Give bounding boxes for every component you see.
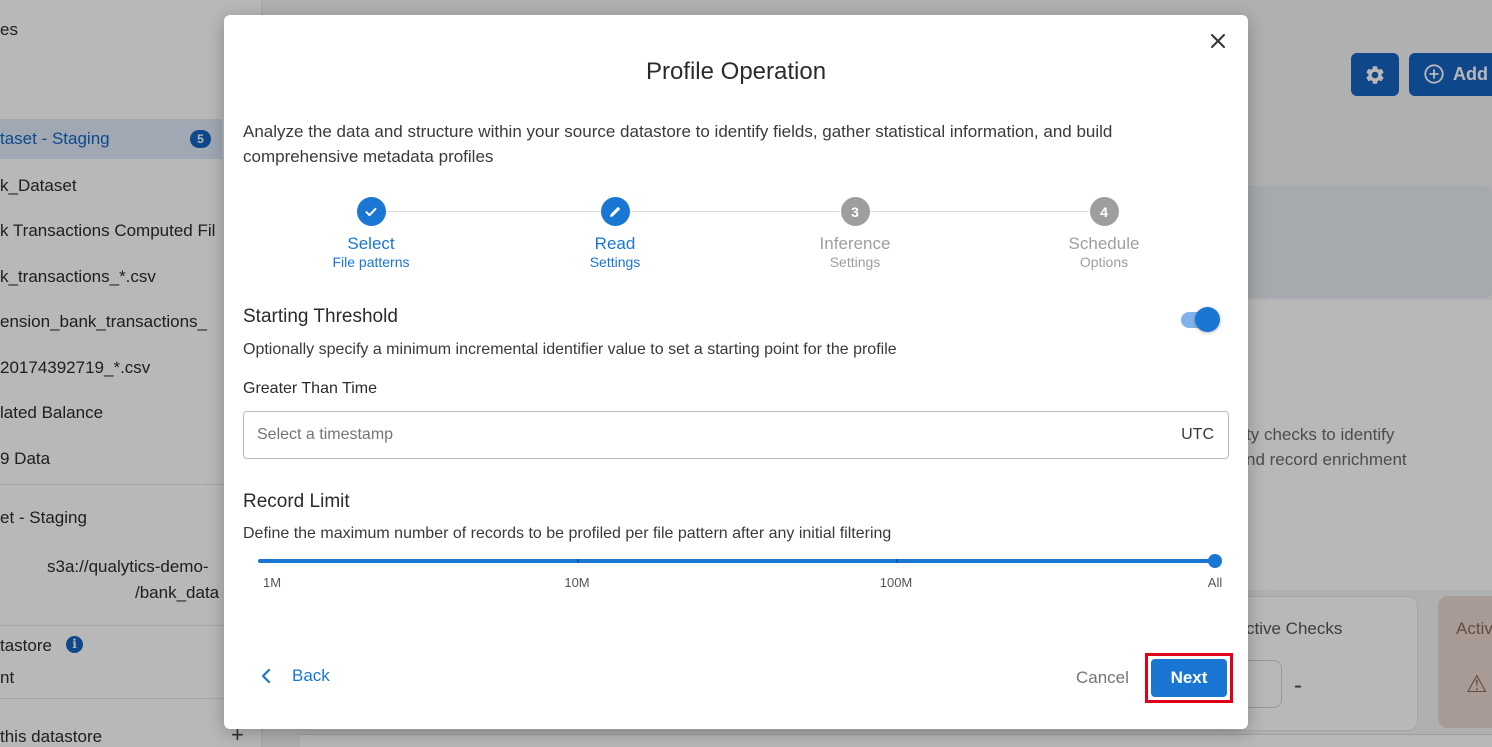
- pencil-icon: [610, 206, 620, 217]
- close-icon: [1211, 34, 1225, 48]
- step-subtitle: Settings: [589, 254, 641, 270]
- step-subtitle: Settings: [829, 254, 881, 270]
- step-3-circle: 3: [840, 197, 870, 226]
- next-button-highlight: Next: [1145, 653, 1233, 703]
- record-limit-description: Define the maximum number of records to …: [243, 525, 892, 542]
- greater-than-time-label: Greater Than Time: [243, 380, 377, 397]
- step-4-circle: 4: [1089, 197, 1119, 226]
- stepper: Select File patterns Read Settings 3 Inf…: [224, 197, 1248, 277]
- starting-threshold-title: Starting Threshold: [243, 306, 398, 327]
- starting-threshold-description: Optionally specify a minimum incremental…: [243, 341, 897, 358]
- record-limit-title: Record Limit: [243, 491, 350, 512]
- cancel-button[interactable]: Cancel: [1076, 668, 1129, 688]
- step-schedule[interactable]: 4 Schedule Options: [1014, 197, 1194, 271]
- dialog-description: Analyze the data and structure within yo…: [243, 122, 1113, 166]
- step-read[interactable]: Read Settings: [525, 197, 705, 271]
- timezone-suffix: UTC: [1181, 426, 1214, 443]
- timestamp-field[interactable]: UTC: [243, 411, 1229, 459]
- profile-operation-dialog: Profile Operation Analyze the data and s…: [224, 15, 1248, 729]
- slider-rail: [258, 559, 1216, 563]
- slider-mark-1m[interactable]: 1M: [263, 575, 281, 590]
- slider-mark-100m[interactable]: 100M: [880, 575, 913, 590]
- back-button[interactable]: Back: [260, 666, 330, 686]
- slider-mark-10m[interactable]: 10M: [564, 575, 589, 590]
- dialog-title: Profile Operation: [645, 58, 827, 85]
- next-button[interactable]: Next: [1151, 659, 1227, 697]
- step-title: Select: [347, 234, 395, 253]
- step-title: Schedule: [1068, 234, 1140, 253]
- record-limit-slider[interactable]: 1M 10M 100M All: [258, 554, 1222, 594]
- close-button[interactable]: [1208, 31, 1228, 51]
- step-subtitle: File patterns: [332, 254, 410, 270]
- step-inference[interactable]: 3 Inference Settings: [765, 197, 945, 271]
- step-1-circle: [356, 197, 386, 226]
- step-title: Inference: [819, 234, 891, 253]
- step-select[interactable]: Select File patterns: [281, 197, 461, 271]
- chevron-left-icon: [261, 668, 271, 684]
- step-2-circle: [600, 197, 630, 226]
- back-button-label: Back: [292, 666, 330, 685]
- check-icon: [365, 207, 377, 216]
- starting-threshold-toggle[interactable]: [1181, 307, 1220, 332]
- slider-thumb[interactable]: [1208, 554, 1222, 568]
- step-subtitle: Options: [1079, 254, 1129, 270]
- slider-mark-all[interactable]: All: [1208, 575, 1222, 590]
- slider-tick: [577, 559, 579, 563]
- slider-tick: [896, 559, 898, 563]
- toggle-knob: [1195, 307, 1220, 332]
- timestamp-input[interactable]: [257, 412, 1137, 458]
- step-title: Read: [594, 234, 636, 253]
